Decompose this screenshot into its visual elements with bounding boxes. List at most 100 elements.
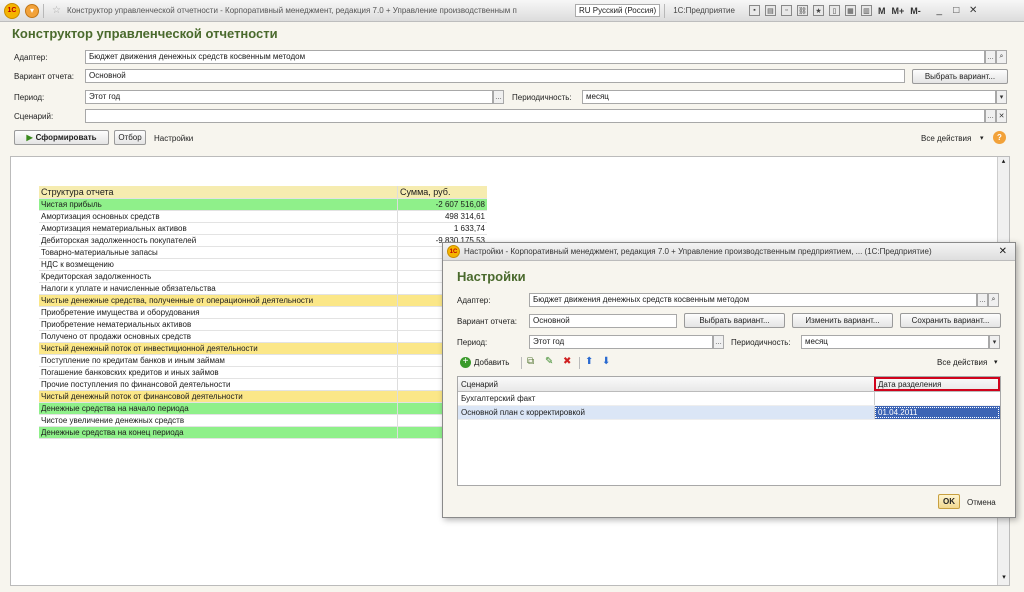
report-row: Товарно-материальные запасы40 — [39, 247, 487, 259]
report-row: Чистый денежный поток от финансовой деят… — [39, 391, 487, 403]
print-icon[interactable]: ▤ — [764, 5, 776, 16]
help-icon[interactable]: ? — [993, 131, 1006, 144]
calculator-icon[interactable]: ▦ — [844, 5, 856, 16]
dialog-variant-label: Вариант отчета: — [457, 317, 517, 326]
dialog-variant-field: Основной — [529, 314, 677, 328]
dialog-adapter-search-icon[interactable]: ⌕ — [988, 293, 999, 307]
menu-dropdown-icon[interactable]: ▾ — [25, 3, 39, 18]
favorite-star-icon[interactable]: ☆ — [52, 5, 61, 16]
scroll-down-icon[interactable]: ▾ — [998, 573, 1009, 585]
period-field[interactable]: Этот год — [85, 90, 493, 104]
choose-variant-button[interactable]: Выбрать вариант... — [912, 69, 1008, 84]
grid-header-scenario[interactable]: Сценарий — [458, 377, 874, 391]
filter-button[interactable]: Отбор — [114, 130, 146, 145]
minimize-button[interactable]: _ — [933, 5, 946, 16]
move-down-icon[interactable]: ⬇ — [602, 356, 610, 367]
scenario-name[interactable]: Бухгалтерский факт — [458, 392, 874, 405]
report-row: Чистое увеличение денежных средств-17 — [39, 415, 487, 427]
period-select-button[interactable]: … — [493, 90, 504, 104]
dialog-save-variant-button[interactable]: Сохранить вариант... — [900, 313, 1001, 328]
report-row: Чистые денежные средства, полученные от … — [39, 295, 487, 307]
grid-header-split-date[interactable]: Дата разделения — [874, 377, 1000, 391]
dialog-close-button[interactable]: ✕ — [999, 246, 1007, 257]
close-button[interactable]: ✕ — [967, 5, 980, 16]
add-icon[interactable]: + — [460, 357, 471, 368]
periodicity-dropdown-icon[interactable]: ▾ — [996, 90, 1007, 104]
report-row-amount: 1 633,74 — [397, 223, 487, 234]
settings-dialog: 1С Настройки - Корпоративный менеджмент,… — [442, 242, 1016, 518]
report-row: Приобретение имущества и оборудования — [39, 307, 487, 319]
dialog-periodicity-dropdown-icon[interactable]: ▾ — [989, 335, 1000, 349]
report-row-label: Чистый денежный поток от финансовой деят… — [41, 392, 243, 401]
save-icon[interactable]: ▪ — [748, 5, 760, 16]
ok-button[interactable]: OK — [938, 494, 960, 509]
cancel-button[interactable]: Отмена — [967, 498, 996, 507]
dialog-change-variant-button[interactable]: Изменить вариант... — [792, 313, 893, 328]
report-row: Получено от продажи основных средств — [39, 331, 487, 343]
variant-label: Вариант отчета: — [14, 72, 74, 81]
toolbar-separator — [579, 357, 580, 369]
dialog-window-title: Настройки - Корпоративный менеджмент, ре… — [464, 247, 932, 256]
dialog-all-actions-menu[interactable]: Все действия — [937, 358, 987, 367]
dropdown-arrow-icon[interactable]: ▾ — [980, 134, 984, 142]
adapter-select-button[interactable]: … — [985, 50, 996, 64]
scenario-clear-icon[interactable]: ✕ — [996, 109, 1007, 123]
move-up-icon[interactable]: ⬆ — [585, 356, 593, 367]
language-indicator[interactable]: RU Русский (Россия) — [574, 4, 661, 17]
app-titlebar: 1С ▾ ☆ Конструктор управленческой отчетн… — [0, 0, 1024, 22]
periodicity-field[interactable]: месяц — [582, 90, 996, 104]
report-row-label: Налоги к уплате и начисленные обязательс… — [41, 284, 216, 293]
favorites-icon[interactable]: ★ — [812, 5, 824, 16]
scenario-field[interactable] — [85, 109, 985, 123]
split-date-selected[interactable]: 01.04.2011 — [874, 406, 1000, 419]
adapter-search-icon[interactable]: ⌕ — [996, 50, 1007, 64]
memory-m-button[interactable]: M — [878, 6, 886, 16]
report-row-label: Приобретение имущества и оборудования — [41, 308, 200, 317]
dialog-period-select-button[interactable]: … — [713, 335, 724, 349]
calendar-icon[interactable]: ▥ — [860, 5, 872, 16]
copy-icon[interactable]: ⧉ — [527, 356, 534, 367]
scenario-select-button[interactable]: … — [985, 109, 996, 123]
dialog-all-actions-arrow-icon[interactable]: ▾ — [994, 358, 998, 366]
dialog-adapter-select-button[interactable]: … — [977, 293, 988, 307]
report-row: Погашение банковских кредитов и иных зай… — [39, 367, 487, 379]
document-icon[interactable]: ▯ — [828, 5, 840, 16]
report-row-label: Получено от продажи основных средств — [41, 332, 192, 341]
preview-icon[interactable]: ▫ — [780, 5, 792, 16]
report-row: Приобретение нематериальных активов — [39, 319, 487, 331]
report-row-label: Амортизация основных средств — [41, 212, 160, 221]
settings-link[interactable]: Настройки — [154, 134, 193, 143]
generate-button-label: Сформировать — [35, 133, 97, 142]
adapter-field[interactable]: Бюджет движения денежных средств косвенн… — [85, 50, 985, 64]
dialog-periodicity-label: Периодичность: — [731, 338, 791, 347]
report-row-amount: 498 314,61 — [397, 211, 487, 222]
scenario-row[interactable]: Бухгалтерский факт — [458, 392, 1000, 406]
scenario-grid[interactable]: Сценарий Дата разделения Бухгалтерский ф… — [457, 376, 1001, 486]
dialog-choose-variant-button[interactable]: Выбрать вариант... — [684, 313, 785, 328]
maximize-button[interactable]: □ — [950, 5, 963, 16]
titlebar-separator — [43, 3, 44, 18]
dialog-periodicity-field[interactable]: месяц — [801, 335, 989, 349]
page-title: Конструктор управленческой отчетности — [12, 26, 278, 41]
variant-field: Основной — [85, 69, 905, 83]
delete-icon[interactable]: ✖ — [563, 356, 571, 367]
split-date[interactable] — [874, 392, 1000, 405]
scroll-up-icon[interactable]: ▴ — [998, 157, 1009, 169]
memory-add-button[interactable]: M+ — [891, 6, 904, 16]
scenario-row-selected[interactable]: Основной план с корректировкой 01.04.201… — [458, 406, 1000, 420]
report-row-label: Чистая прибыль — [41, 200, 102, 209]
add-button[interactable]: Добавить — [474, 358, 509, 367]
all-actions-menu[interactable]: Все действия — [921, 134, 971, 143]
dialog-period-field[interactable]: Этот год — [529, 335, 713, 349]
link-icon[interactable]: ⛓ — [796, 5, 808, 16]
report-row: Амортизация нематериальных активов 1 633,… — [39, 223, 487, 235]
edit-icon[interactable]: ✎ — [545, 356, 553, 367]
generate-button[interactable]: ▶ Сформировать — [14, 130, 109, 145]
app-logo-icon[interactable]: 1С — [4, 2, 20, 19]
titlebar-separator — [664, 3, 666, 18]
scenario-grid-header: Сценарий Дата разделения — [458, 377, 1000, 392]
report-row-label: НДС к возмещению — [41, 260, 114, 269]
scenario-name[interactable]: Основной план с корректировкой — [458, 406, 874, 419]
dialog-adapter-field[interactable]: Бюджет движения денежных средств косвенн… — [529, 293, 977, 307]
memory-subtract-button[interactable]: M- — [910, 6, 921, 16]
